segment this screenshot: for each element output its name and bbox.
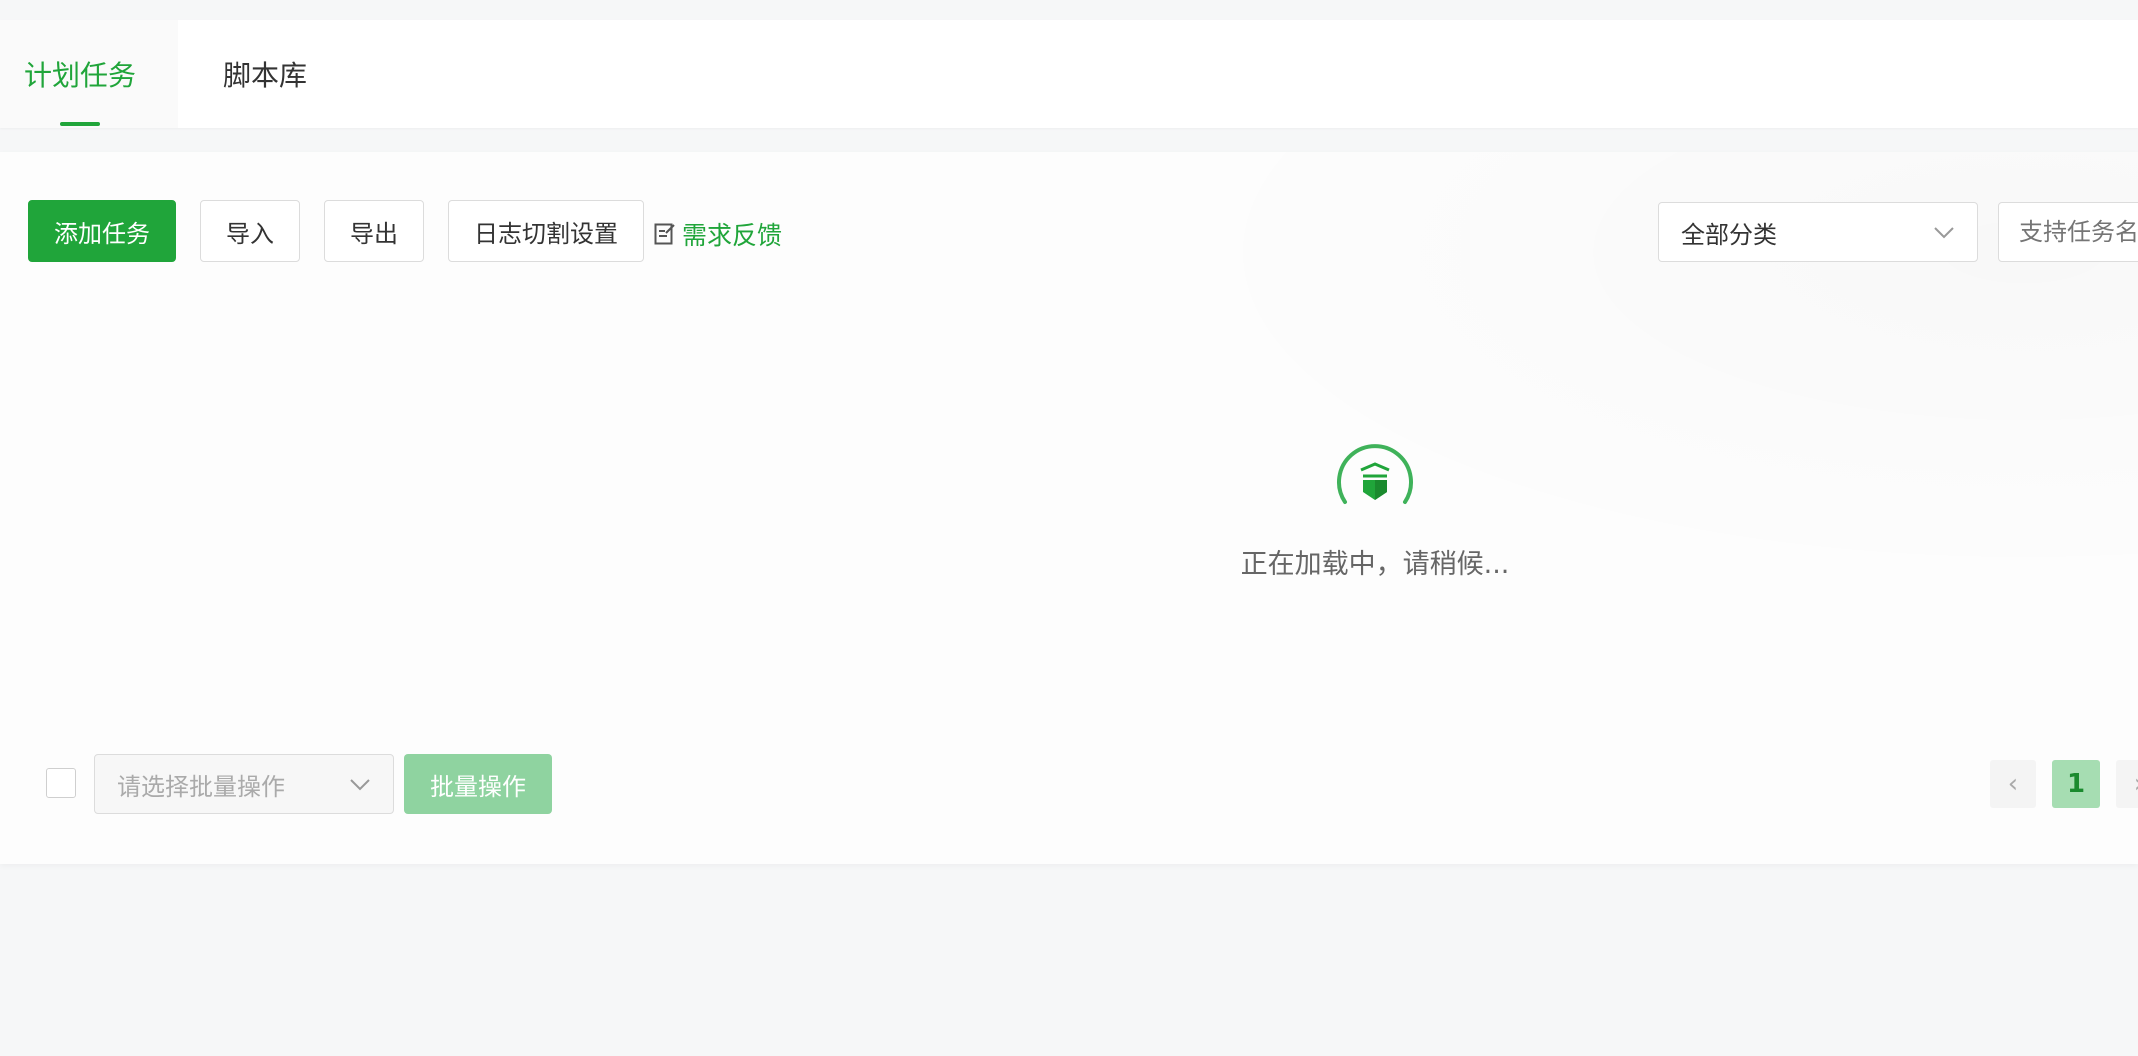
add-task-button[interactable]: 添加任务 xyxy=(28,200,176,262)
category-select[interactable]: 全部分类 xyxy=(1658,202,1978,262)
export-button[interactable]: 导出 xyxy=(324,200,424,262)
log-split-settings-button[interactable]: 日志切割设置 xyxy=(448,200,644,262)
task-search-input[interactable] xyxy=(1998,202,2138,262)
next-page-button[interactable]: › xyxy=(2116,760,2138,808)
feedback-label: 需求反馈 xyxy=(682,221,783,250)
task-panel: 添加任务 导入 导出 日志切割设置 需求反馈 全部分类 正在加载中 xyxy=(0,152,2138,864)
loading-indicator: 正在加载中，请稍候... xyxy=(1200,440,1550,581)
feedback-link[interactable]: 需求反馈 xyxy=(654,216,782,252)
category-select-value: 全部分类 xyxy=(1681,220,1777,249)
tab-script-library-label: 脚本库 xyxy=(223,59,308,92)
tab-scheduled-tasks[interactable]: 计划任务 xyxy=(24,20,136,128)
chevron-left-icon: ‹ xyxy=(2007,769,2019,799)
top-tab-bar: 计划任务 脚本库 xyxy=(0,20,2138,128)
import-label: 导入 xyxy=(226,219,274,248)
log-split-settings-label: 日志切割设置 xyxy=(474,219,618,248)
batch-operation-placeholder: 请选择批量操作 xyxy=(117,772,285,801)
chevron-down-icon xyxy=(349,770,371,798)
select-all-checkbox[interactable] xyxy=(46,768,76,798)
page-number-label: 1 xyxy=(2066,769,2086,799)
page-number-current[interactable]: 1 xyxy=(2052,760,2100,808)
bt-logo-spinner-icon xyxy=(1337,444,1413,504)
chevron-right-icon: › xyxy=(2134,769,2138,799)
prev-page-button[interactable]: ‹ xyxy=(1990,760,2036,808)
import-button[interactable]: 导入 xyxy=(200,200,300,262)
batch-operation-label: 批量操作 xyxy=(430,772,526,801)
add-task-label: 添加任务 xyxy=(54,219,150,248)
batch-operation-button[interactable]: 批量操作 xyxy=(404,754,552,814)
chevron-down-icon xyxy=(1933,218,1955,246)
tab-script-library[interactable]: 脚本库 xyxy=(223,20,307,128)
loading-text: 正在加载中，请稍候... xyxy=(1240,549,1510,580)
edit-note-icon xyxy=(654,223,675,245)
active-tab-underline xyxy=(60,122,100,126)
export-label: 导出 xyxy=(350,219,398,248)
tab-scheduled-tasks-label: 计划任务 xyxy=(24,59,137,92)
batch-operation-select[interactable]: 请选择批量操作 xyxy=(94,754,394,814)
